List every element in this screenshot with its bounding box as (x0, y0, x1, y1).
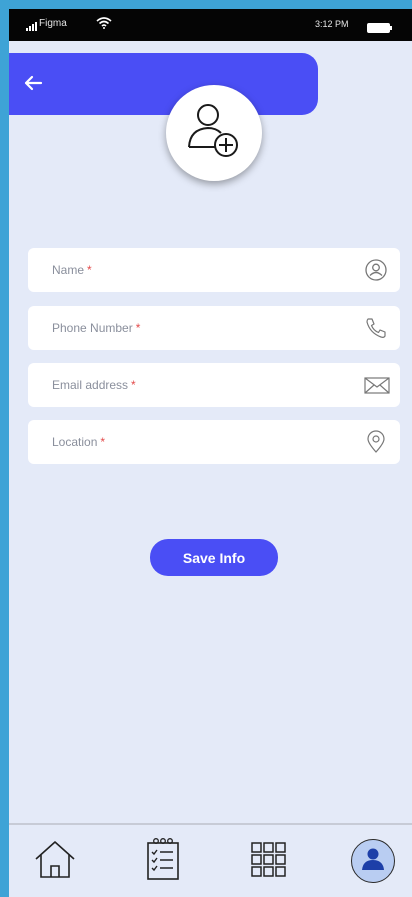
status-bar: Figma 3:12 PM (9, 9, 412, 41)
phone-field[interactable]: Phone Number * (28, 306, 400, 350)
user-circle-icon (364, 258, 388, 282)
location-pin-icon (364, 430, 388, 454)
email-field[interactable]: Email address * (28, 363, 400, 407)
name-field[interactable]: Name * (28, 248, 400, 292)
nav-tasks[interactable] (139, 837, 187, 885)
device-frame-left (0, 0, 9, 897)
name-field-label: Name * (52, 263, 92, 277)
profile-avatar (351, 839, 395, 883)
envelope-icon (364, 373, 390, 397)
arrow-left-icon (23, 75, 43, 96)
email-field-label: Email address * (52, 378, 136, 392)
required-mark: * (131, 378, 136, 392)
back-button[interactable] (19, 71, 47, 99)
profile-icon (360, 846, 386, 877)
header-banner (9, 53, 318, 115)
required-mark: * (100, 435, 106, 449)
wifi-icon (96, 16, 112, 34)
required-mark: * (87, 263, 92, 277)
carrier-name: Figma (39, 18, 67, 29)
nav-profile[interactable] (349, 837, 397, 885)
location-field-label: Location * (52, 435, 106, 449)
checklist-icon (145, 837, 181, 886)
device-frame-top (0, 0, 412, 9)
signal-icon (26, 18, 38, 36)
battery-icon (367, 20, 393, 38)
phone-icon (364, 316, 388, 340)
phone-field-label: Phone Number * (52, 321, 141, 335)
bottom-nav (9, 823, 412, 897)
add-photo-button[interactable] (166, 85, 262, 181)
grid-icon (246, 837, 290, 886)
home-icon (33, 839, 77, 884)
required-mark: * (135, 321, 141, 335)
nav-home[interactable] (31, 837, 79, 885)
phone-screen: Figma 3:12 PM Name * Phone Number * Emai… (9, 9, 412, 897)
location-field[interactable]: Location * (28, 420, 400, 464)
save-info-button[interactable]: Save Info (150, 539, 278, 576)
nav-apps[interactable] (244, 837, 292, 885)
user-add-icon (186, 101, 242, 166)
status-time: 3:12 PM (315, 19, 349, 29)
